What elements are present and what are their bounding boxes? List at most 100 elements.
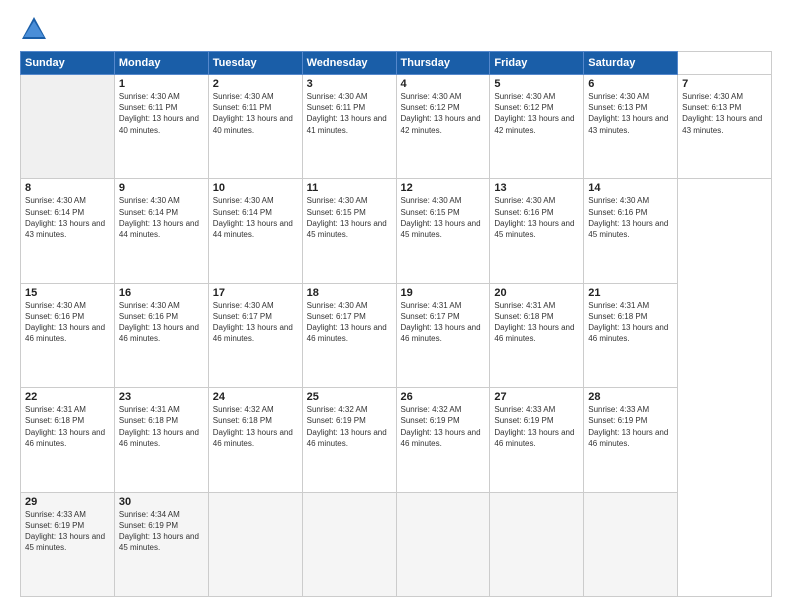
calendar-week-row: 8Sunrise: 4:30 AMSunset: 6:14 PMDaylight… [21,179,772,283]
calendar-day-cell: 24Sunrise: 4:32 AMSunset: 6:18 PMDayligh… [208,388,302,492]
calendar-day-cell: 13Sunrise: 4:30 AMSunset: 6:16 PMDayligh… [490,179,584,283]
calendar-day-cell: 5Sunrise: 4:30 AMSunset: 6:12 PMDaylight… [490,75,584,179]
day-number: 14 [588,182,673,194]
calendar-week-row: 29Sunrise: 4:33 AMSunset: 6:19 PMDayligh… [21,492,772,596]
day-info: Sunrise: 4:32 AMSunset: 6:19 PMDaylight:… [401,404,486,449]
day-info: Sunrise: 4:31 AMSunset: 6:18 PMDaylight:… [25,404,110,449]
calendar-day-cell [396,492,490,596]
page: SundayMondayTuesdayWednesdayThursdayFrid… [0,0,792,612]
calendar-day-cell: 9Sunrise: 4:30 AMSunset: 6:14 PMDaylight… [114,179,208,283]
calendar-day-cell [490,492,584,596]
day-info: Sunrise: 4:32 AMSunset: 6:19 PMDaylight:… [307,404,392,449]
calendar-week-row: 15Sunrise: 4:30 AMSunset: 6:16 PMDayligh… [21,283,772,387]
calendar-day-cell: 12Sunrise: 4:30 AMSunset: 6:15 PMDayligh… [396,179,490,283]
day-number: 5 [494,78,579,90]
day-info: Sunrise: 4:30 AMSunset: 6:17 PMDaylight:… [307,300,392,345]
calendar-day-cell: 26Sunrise: 4:32 AMSunset: 6:19 PMDayligh… [396,388,490,492]
day-info: Sunrise: 4:30 AMSunset: 6:13 PMDaylight:… [682,91,767,136]
day-info: Sunrise: 4:31 AMSunset: 6:18 PMDaylight:… [119,404,204,449]
day-number: 1 [119,78,204,90]
day-number: 17 [213,287,298,299]
calendar-day-cell [584,492,678,596]
day-info: Sunrise: 4:30 AMSunset: 6:13 PMDaylight:… [588,91,673,136]
day-info: Sunrise: 4:30 AMSunset: 6:14 PMDaylight:… [213,195,298,240]
calendar-day-cell: 28Sunrise: 4:33 AMSunset: 6:19 PMDayligh… [584,388,678,492]
calendar-day-cell: 6Sunrise: 4:30 AMSunset: 6:13 PMDaylight… [584,75,678,179]
col-header-saturday: Saturday [584,52,678,75]
day-info: Sunrise: 4:31 AMSunset: 6:18 PMDaylight:… [588,300,673,345]
day-number: 15 [25,287,110,299]
calendar-day-cell: 7Sunrise: 4:30 AMSunset: 6:13 PMDaylight… [678,75,772,179]
day-info: Sunrise: 4:31 AMSunset: 6:17 PMDaylight:… [401,300,486,345]
calendar-day-cell: 4Sunrise: 4:30 AMSunset: 6:12 PMDaylight… [396,75,490,179]
calendar-day-cell: 27Sunrise: 4:33 AMSunset: 6:19 PMDayligh… [490,388,584,492]
calendar-day-cell [21,75,115,179]
day-number: 9 [119,182,204,194]
col-header-wednesday: Wednesday [302,52,396,75]
day-number: 24 [213,391,298,403]
day-info: Sunrise: 4:30 AMSunset: 6:12 PMDaylight:… [401,91,486,136]
day-info: Sunrise: 4:30 AMSunset: 6:15 PMDaylight:… [307,195,392,240]
day-number: 18 [307,287,392,299]
day-info: Sunrise: 4:30 AMSunset: 6:16 PMDaylight:… [25,300,110,345]
day-info: Sunrise: 4:33 AMSunset: 6:19 PMDaylight:… [588,404,673,449]
day-info: Sunrise: 4:30 AMSunset: 6:17 PMDaylight:… [213,300,298,345]
day-info: Sunrise: 4:30 AMSunset: 6:11 PMDaylight:… [307,91,392,136]
col-header-tuesday: Tuesday [208,52,302,75]
calendar-day-cell: 18Sunrise: 4:30 AMSunset: 6:17 PMDayligh… [302,283,396,387]
day-number: 12 [401,182,486,194]
calendar-day-cell: 30Sunrise: 4:34 AMSunset: 6:19 PMDayligh… [114,492,208,596]
logo-icon [20,15,48,43]
calendar-day-cell: 19Sunrise: 4:31 AMSunset: 6:17 PMDayligh… [396,283,490,387]
day-info: Sunrise: 4:33 AMSunset: 6:19 PMDaylight:… [25,509,110,554]
day-info: Sunrise: 4:30 AMSunset: 6:14 PMDaylight:… [25,195,110,240]
calendar-day-cell: 29Sunrise: 4:33 AMSunset: 6:19 PMDayligh… [21,492,115,596]
day-number: 6 [588,78,673,90]
calendar-table: SundayMondayTuesdayWednesdayThursdayFrid… [20,51,772,597]
col-header-sunday: Sunday [21,52,115,75]
day-number: 20 [494,287,579,299]
calendar-week-row: 1Sunrise: 4:30 AMSunset: 6:11 PMDaylight… [21,75,772,179]
day-number: 3 [307,78,392,90]
logo [20,15,54,43]
day-info: Sunrise: 4:30 AMSunset: 6:11 PMDaylight:… [213,91,298,136]
calendar-day-cell [208,492,302,596]
day-number: 2 [213,78,298,90]
day-number: 23 [119,391,204,403]
day-number: 22 [25,391,110,403]
day-number: 27 [494,391,579,403]
day-number: 26 [401,391,486,403]
day-info: Sunrise: 4:33 AMSunset: 6:19 PMDaylight:… [494,404,579,449]
day-number: 19 [401,287,486,299]
day-number: 29 [25,496,110,508]
day-number: 8 [25,182,110,194]
day-number: 7 [682,78,767,90]
day-info: Sunrise: 4:30 AMSunset: 6:16 PMDaylight:… [588,195,673,240]
day-number: 16 [119,287,204,299]
calendar-day-cell: 11Sunrise: 4:30 AMSunset: 6:15 PMDayligh… [302,179,396,283]
calendar-day-cell: 25Sunrise: 4:32 AMSunset: 6:19 PMDayligh… [302,388,396,492]
day-info: Sunrise: 4:31 AMSunset: 6:18 PMDaylight:… [494,300,579,345]
calendar-day-cell: 2Sunrise: 4:30 AMSunset: 6:11 PMDaylight… [208,75,302,179]
day-number: 28 [588,391,673,403]
calendar-day-cell: 10Sunrise: 4:30 AMSunset: 6:14 PMDayligh… [208,179,302,283]
day-number: 25 [307,391,392,403]
day-info: Sunrise: 4:32 AMSunset: 6:18 PMDaylight:… [213,404,298,449]
calendar-day-cell: 20Sunrise: 4:31 AMSunset: 6:18 PMDayligh… [490,283,584,387]
calendar-day-cell: 3Sunrise: 4:30 AMSunset: 6:11 PMDaylight… [302,75,396,179]
calendar-day-cell: 21Sunrise: 4:31 AMSunset: 6:18 PMDayligh… [584,283,678,387]
calendar-header-row: SundayMondayTuesdayWednesdayThursdayFrid… [21,52,772,75]
calendar-week-row: 22Sunrise: 4:31 AMSunset: 6:18 PMDayligh… [21,388,772,492]
day-info: Sunrise: 4:30 AMSunset: 6:15 PMDaylight:… [401,195,486,240]
calendar-day-cell: 16Sunrise: 4:30 AMSunset: 6:16 PMDayligh… [114,283,208,387]
col-header-thursday: Thursday [396,52,490,75]
day-info: Sunrise: 4:30 AMSunset: 6:11 PMDaylight:… [119,91,204,136]
calendar-day-cell [302,492,396,596]
day-number: 11 [307,182,392,194]
calendar-day-cell: 1Sunrise: 4:30 AMSunset: 6:11 PMDaylight… [114,75,208,179]
calendar-day-cell: 8Sunrise: 4:30 AMSunset: 6:14 PMDaylight… [21,179,115,283]
col-header-monday: Monday [114,52,208,75]
calendar-day-cell: 15Sunrise: 4:30 AMSunset: 6:16 PMDayligh… [21,283,115,387]
header [20,15,772,43]
day-number: 10 [213,182,298,194]
